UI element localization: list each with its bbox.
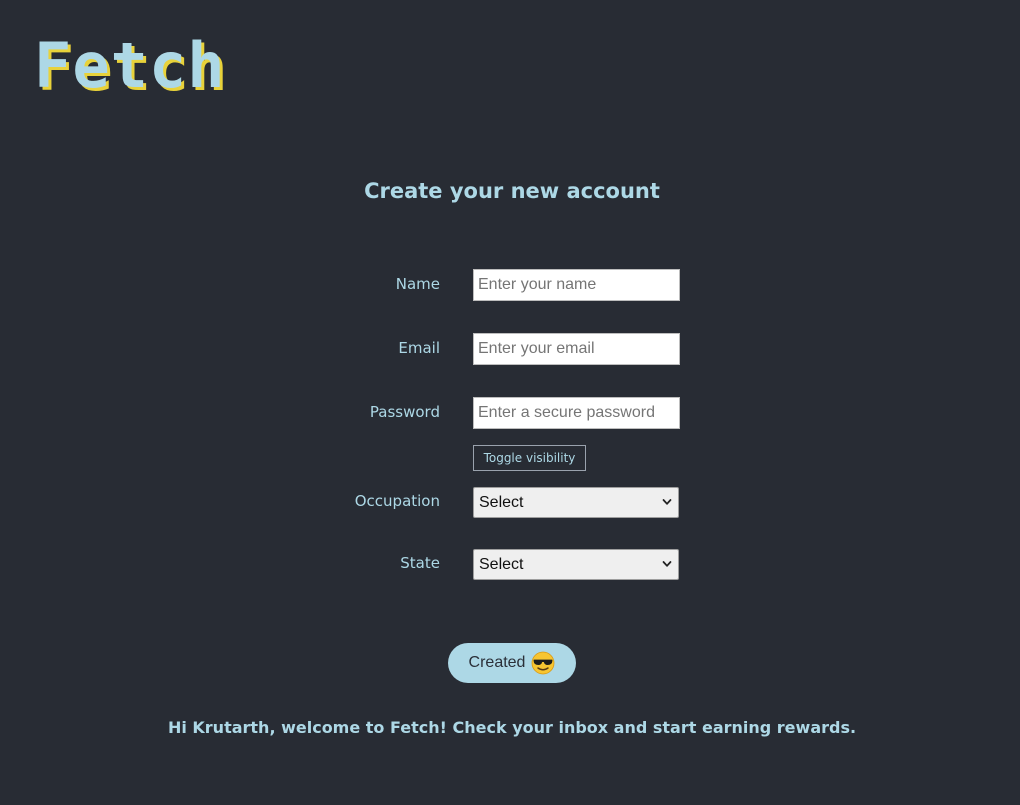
- create-account-button[interactable]: Created: [448, 643, 576, 683]
- occupation-select[interactable]: Select: [473, 487, 679, 518]
- toggle-visibility-button[interactable]: Toggle visibility: [473, 445, 586, 471]
- password-input[interactable]: [473, 397, 680, 429]
- create-account-button-label: Created: [468, 654, 526, 671]
- password-label: Password: [369, 403, 440, 421]
- occupation-selected-value: Select: [479, 494, 524, 511]
- occupation-label: Occupation: [354, 492, 440, 510]
- page-title: Create your new account: [364, 179, 660, 203]
- smiling-face-with-sunglasses-icon: [532, 651, 555, 675]
- name-input[interactable]: [473, 269, 680, 301]
- app-logo: Fetch: [34, 29, 226, 102]
- email-label: Email: [398, 339, 440, 357]
- state-select[interactable]: Select: [473, 549, 679, 580]
- state-selected-value: Select: [479, 556, 524, 573]
- chevron-down-icon: [662, 499, 672, 505]
- name-label: Name: [395, 275, 440, 293]
- state-label: State: [400, 554, 440, 572]
- email-input[interactable]: [473, 333, 680, 365]
- welcome-message: Hi Krutarth, welcome to Fetch! Check you…: [167, 718, 857, 737]
- chevron-down-icon: [662, 561, 672, 567]
